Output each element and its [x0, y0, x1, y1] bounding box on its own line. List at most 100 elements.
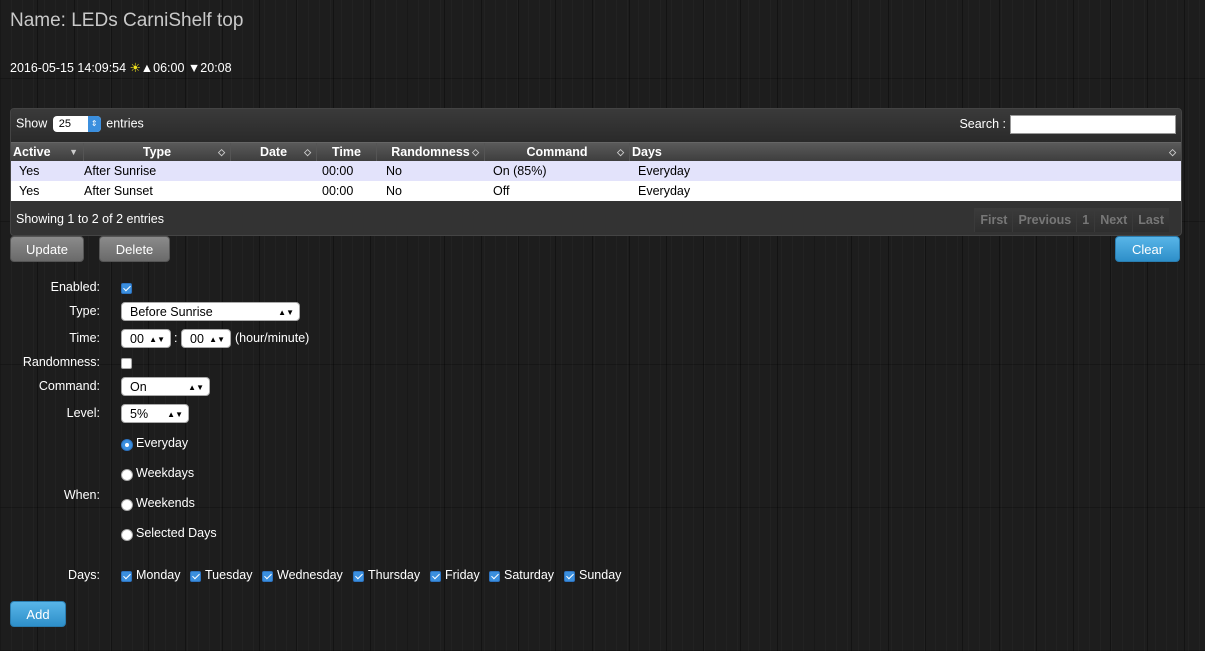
search-label: Search :	[959, 117, 1006, 131]
select-arrow-icon: ▲▼	[167, 410, 183, 419]
level-select-value: 5%	[130, 407, 149, 421]
column-header-date[interactable]: Date ◇	[231, 143, 317, 161]
entries-select[interactable]: 25 ⇕	[52, 116, 101, 132]
pager-previous[interactable]: Previous	[1012, 208, 1077, 232]
cell-active: Yes	[19, 184, 40, 198]
sun-icon: ☀	[129, 61, 141, 75]
show-label: Show	[16, 116, 48, 131]
command-select[interactable]: On ▲▼	[121, 377, 210, 396]
sort-icon: ◇	[1169, 147, 1176, 157]
when-everyday-radio[interactable]	[121, 439, 133, 451]
time-label: Time:	[69, 331, 100, 345]
cell-command: On (85%)	[493, 164, 547, 178]
column-label: Randomness	[391, 145, 470, 159]
select-arrow-icon: ▲▼	[188, 383, 204, 392]
when-option-label: Everyday	[136, 436, 189, 450]
select-arrow-icon: ⇕	[87, 116, 101, 132]
pagination: First Previous 1 Next Last	[974, 208, 1169, 232]
table-row[interactable]: Yes After Sunrise 00:00 No On (85%) Ever…	[11, 161, 1181, 181]
pager-page-1[interactable]: 1	[1076, 208, 1095, 232]
day-thursday-checkbox[interactable]	[353, 571, 364, 582]
day-tuesday-checkbox[interactable]	[190, 571, 201, 582]
when-option-label: Weekdays	[136, 466, 195, 480]
sort-desc-icon: ▼	[69, 147, 78, 157]
day-label: Tuesday	[205, 568, 253, 582]
type-select[interactable]: Before Sunrise ▲▼	[121, 302, 300, 321]
cell-randomness: No	[386, 184, 402, 198]
sort-icon: ◇	[617, 147, 624, 157]
day-label: Thursday	[368, 568, 421, 582]
column-label: Time	[332, 145, 361, 159]
pager-next[interactable]: Next	[1094, 208, 1133, 232]
sunset-time: ▼20:08	[187, 61, 232, 75]
level-select[interactable]: 5% ▲▼	[121, 404, 189, 423]
sort-icon: ◇	[218, 147, 225, 157]
column-header-days[interactable]: Days ◇	[630, 143, 1181, 161]
enabled-checkbox[interactable]	[121, 283, 132, 294]
table-header: Active ▼ Type ◇ Date ◇ Time Randomness ◇ Com…	[11, 142, 1181, 161]
command-label: Command:	[38, 379, 100, 393]
time-hint: (hour/minute)	[235, 331, 310, 345]
column-label: Active	[13, 145, 51, 159]
day-wednesday-checkbox[interactable]	[262, 571, 273, 582]
day-friday-checkbox[interactable]	[430, 571, 441, 582]
delete-button[interactable]: Delete	[99, 236, 170, 262]
column-label: Command	[526, 145, 588, 159]
when-selected-days-radio[interactable]	[121, 529, 133, 541]
cell-command: Off	[493, 184, 510, 198]
randomness-label: Randomness:	[22, 355, 100, 369]
search-input[interactable]	[1010, 115, 1176, 134]
add-button[interactable]: Add	[10, 601, 66, 627]
current-datetime: 2016-05-15 14:09:54	[10, 61, 127, 75]
day-saturday-checkbox[interactable]	[489, 571, 500, 582]
column-header-active[interactable]: Active ▼	[11, 143, 84, 161]
minute-select-value: 00	[190, 332, 204, 346]
sort-icon: ◇	[472, 147, 479, 157]
minute-select[interactable]: 00 ▲▼	[181, 329, 231, 348]
day-sunday-checkbox[interactable]	[564, 571, 575, 582]
page-title: Name: LEDs CarniShelf top	[10, 10, 244, 31]
clear-button[interactable]: Clear	[1115, 236, 1180, 262]
column-label: Type	[142, 145, 172, 159]
day-label: Monday	[136, 568, 181, 582]
hour-select[interactable]: 00 ▲▼	[121, 329, 171, 348]
day-label: Friday	[445, 568, 480, 582]
column-label: Days	[632, 145, 662, 159]
datetime-bar: 2016-05-15 14:09:54 ☀▲06:00 ▼20:08	[10, 60, 232, 75]
entries-length-control: Show 25 ⇕ entries	[16, 116, 144, 132]
column-header-time[interactable]: Time	[317, 143, 377, 161]
command-select-value: On	[130, 380, 147, 394]
column-header-type[interactable]: Type ◇	[84, 143, 231, 161]
randomness-checkbox[interactable]	[121, 358, 132, 369]
select-arrow-icon: ▲▼	[149, 335, 165, 344]
entries-label: entries	[106, 116, 144, 131]
cell-active: Yes	[19, 164, 40, 178]
cell-days: Everyday	[638, 164, 691, 178]
pager-first[interactable]: First	[974, 208, 1013, 232]
day-label: Sunday	[579, 568, 622, 582]
table-row[interactable]: Yes After Sunset 00:00 No Off Everyday	[11, 181, 1181, 201]
cell-days: Everyday	[638, 184, 691, 198]
when-weekdays-radio[interactable]	[121, 469, 133, 481]
sort-icon: ◇	[304, 147, 311, 157]
when-option-label: Selected Days	[136, 526, 217, 540]
column-header-command[interactable]: Command ◇	[485, 143, 630, 161]
enabled-label: Enabled:	[50, 280, 100, 294]
hour-select-value: 00	[130, 332, 144, 346]
when-label: When:	[63, 488, 100, 502]
when-option-label: Weekends	[136, 496, 195, 510]
column-header-randomness[interactable]: Randomness ◇	[377, 143, 485, 161]
when-weekends-radio[interactable]	[121, 499, 133, 511]
update-button[interactable]: Update	[10, 236, 84, 262]
cell-type: After Sunrise	[84, 164, 157, 178]
day-monday-checkbox[interactable]	[121, 571, 132, 582]
column-label: Date	[259, 145, 288, 159]
days-label: Days:	[68, 568, 100, 582]
day-label: Saturday	[504, 568, 555, 582]
sunrise-time: ▲06:00	[140, 61, 185, 75]
table-info: Showing 1 to 2 of 2 entries	[16, 212, 165, 226]
type-select-value: Before Sunrise	[130, 305, 213, 319]
cell-type: After Sunset	[84, 184, 153, 198]
entries-select-value: 25	[58, 118, 72, 130]
pager-last[interactable]: Last	[1132, 208, 1169, 232]
